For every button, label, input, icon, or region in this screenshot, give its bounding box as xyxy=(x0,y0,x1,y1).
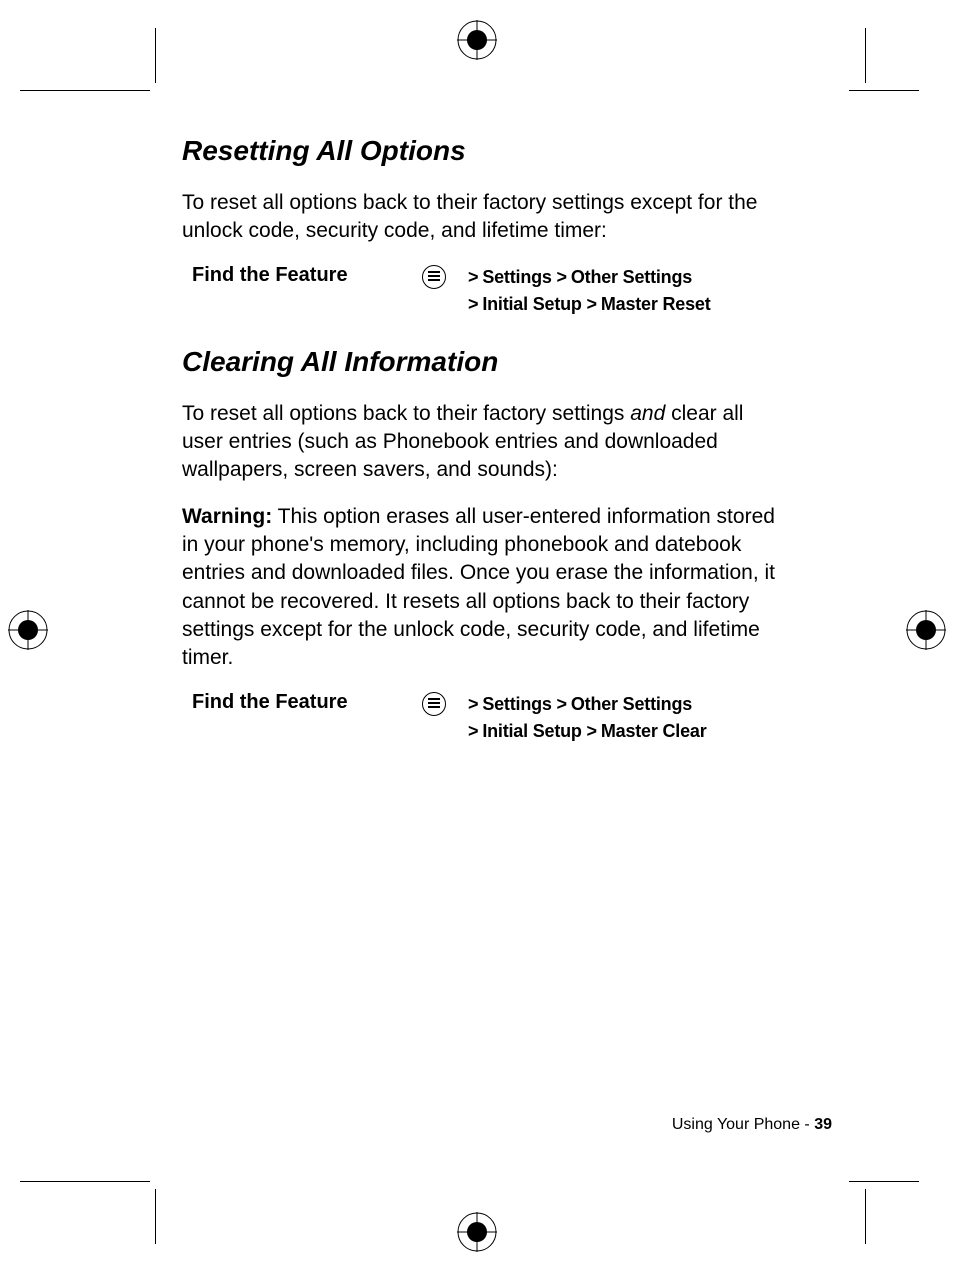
crop-mark xyxy=(865,28,866,83)
feature-path-reset: >Settings >Other Settings >Initial Setup… xyxy=(468,264,711,318)
page-content: Resetting All Options To reset all optio… xyxy=(182,135,790,773)
path-seg: Initial Setup xyxy=(482,294,581,314)
warning-paragraph: Warning: This option erases all user-ent… xyxy=(182,503,790,673)
crop-mark xyxy=(865,1189,866,1244)
feature-label: Find the Feature xyxy=(182,264,422,287)
crop-mark xyxy=(20,90,150,91)
footer-text: Using Your Phone - xyxy=(672,1116,814,1133)
crop-mark xyxy=(849,90,919,91)
body-pre: To reset all options back to their facto… xyxy=(182,402,630,425)
heading-resetting: Resetting All Options xyxy=(182,135,790,167)
page-number: 39 xyxy=(814,1116,832,1133)
feature-row-reset: Find the Feature >Settings >Other Settin… xyxy=(182,264,790,318)
path-seg: Initial Setup xyxy=(482,721,581,741)
body-and: and xyxy=(630,402,665,425)
menu-icon xyxy=(422,265,446,289)
path-seg: Settings xyxy=(482,694,551,714)
page-footer: Using Your Phone - 39 xyxy=(672,1116,832,1134)
crop-mark xyxy=(155,1189,156,1244)
path-seg: Other Settings xyxy=(571,694,692,714)
registration-mark-top xyxy=(457,20,497,60)
feature-label: Find the Feature xyxy=(182,691,422,714)
warning-label: Warning: xyxy=(182,505,272,528)
registration-mark-bottom xyxy=(457,1212,497,1252)
registration-mark-left xyxy=(8,610,48,650)
body-resetting: To reset all options back to their facto… xyxy=(182,189,790,246)
warning-body: This option erases all user-entered info… xyxy=(182,505,775,670)
registration-mark-right xyxy=(906,610,946,650)
crop-mark xyxy=(155,28,156,83)
path-seg: Master Reset xyxy=(601,294,711,314)
crop-mark xyxy=(849,1181,919,1182)
feature-path-clear: >Settings >Other Settings >Initial Setup… xyxy=(468,691,707,745)
menu-icon xyxy=(422,692,446,716)
body-clearing: To reset all options back to their facto… xyxy=(182,400,790,485)
feature-row-clear: Find the Feature >Settings >Other Settin… xyxy=(182,691,790,745)
path-seg: Settings xyxy=(482,267,551,287)
crop-mark xyxy=(20,1181,150,1182)
path-seg: Other Settings xyxy=(571,267,692,287)
heading-clearing: Clearing All Information xyxy=(182,346,790,378)
path-seg: Master Clear xyxy=(601,721,707,741)
